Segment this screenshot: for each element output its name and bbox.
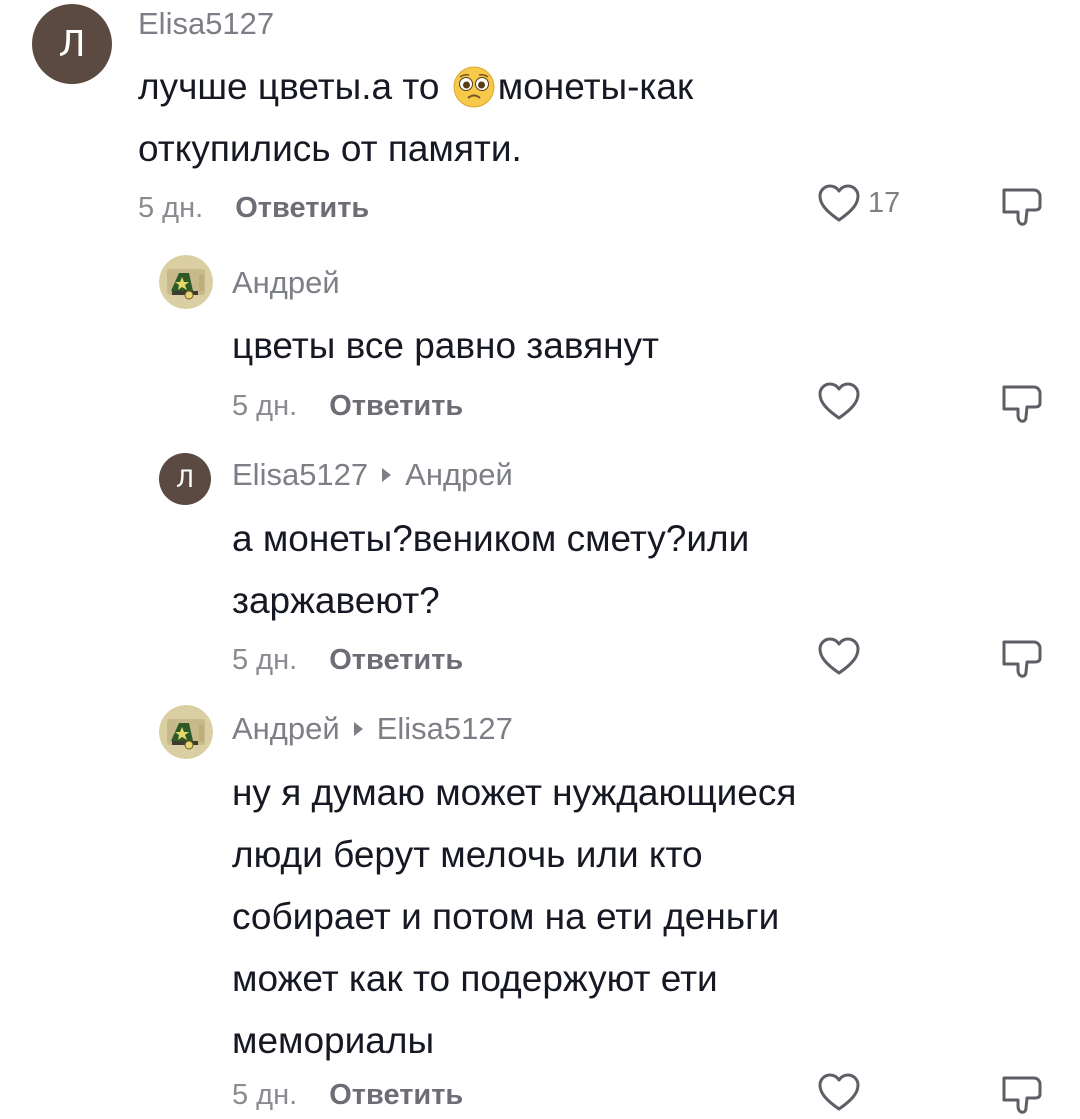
- comment-text-line: собирает и потом на ети деньги: [232, 896, 780, 937]
- heart-icon: [818, 637, 860, 675]
- comment-text-line: ну я думаю может нуждающиеся: [232, 772, 797, 813]
- comment-text-line: мемориалы: [232, 1020, 435, 1061]
- comment-username[interactable]: Elisa5127: [138, 6, 274, 42]
- avatar[interactable]: Л: [32, 4, 112, 84]
- username-label: Elisa5127: [138, 6, 275, 41]
- reply-button[interactable]: Ответить: [329, 390, 463, 422]
- comment-meta: 5 дн. Ответить: [232, 390, 463, 423]
- avatar[interactable]: [159, 705, 213, 759]
- username-label: Elisa5127: [232, 457, 369, 492]
- comment-text-line: люди берут мелочь или кто: [232, 834, 703, 875]
- comment-meta: 5 дн. Ответить: [232, 1079, 463, 1112]
- avatar[interactable]: [159, 255, 213, 309]
- comment-text-line: может как то подержуют ети: [232, 958, 718, 999]
- comment-text: а монеты?веником смету?или заржавеют?: [232, 508, 749, 632]
- comment-time: 5 дн.: [232, 644, 298, 676]
- dislike-icon[interactable]: [1000, 381, 1044, 425]
- like-count: 17: [868, 186, 901, 219]
- avatar-letter: Л: [175, 465, 195, 493]
- username-label: Андрей: [232, 265, 340, 300]
- dislike-icon[interactable]: [1000, 1072, 1044, 1116]
- comment-text-line: заржавеют?: [232, 580, 440, 621]
- avatar-letter: Л: [58, 23, 86, 65]
- comment-time: 5 дн.: [232, 1079, 298, 1111]
- comment-text-line: откупились от памяти.: [138, 128, 522, 169]
- comment-text-line: лучше цветы.а то монеты-как: [138, 66, 694, 108]
- comment-username[interactable]: Андрей: [232, 265, 340, 301]
- comment-username[interactable]: Андрей Elisa5127: [232, 711, 513, 747]
- heart-icon: [818, 382, 860, 420]
- comment-time: 5 дн.: [232, 390, 298, 422]
- heart-icon: [818, 184, 860, 222]
- comment-meta: 5 дн. Ответить: [232, 644, 463, 677]
- reply-button[interactable]: Ответить: [329, 1079, 463, 1111]
- comment-reply: Л Elisa5127 Андрей а монеты?веником смет…: [0, 450, 1080, 690]
- like-button[interactable]: [816, 635, 862, 677]
- reply-button[interactable]: Ответить: [235, 192, 369, 224]
- reply-arrow-icon: [353, 722, 363, 736]
- avatar[interactable]: Л: [159, 453, 211, 505]
- comment-reply: Андрей Elisa5127 ну я думаю может нуждаю…: [0, 703, 1080, 1119]
- avatar-image: [159, 255, 213, 309]
- reply-button[interactable]: Ответить: [329, 644, 463, 676]
- reply-arrow-icon: [382, 468, 392, 482]
- like-button[interactable]: [816, 380, 862, 422]
- reply-to-label: Андрей: [405, 457, 513, 492]
- comment-text: лучше цветы.а то монеты-как откупились о…: [138, 56, 693, 180]
- reply-to-label: Elisa5127: [376, 711, 513, 746]
- comment-time: 5 дн.: [138, 192, 204, 224]
- comment-text: цветы все равно завянут: [232, 315, 659, 377]
- comment-meta: 5 дн. Ответить: [138, 192, 369, 225]
- comment-reply: Андрей цветы все равно завянут 5 дн. Отв…: [0, 255, 1080, 435]
- comment-text: ну я думаю может нуждающиеся люди берут …: [232, 762, 796, 1072]
- like-button[interactable]: [816, 1071, 862, 1113]
- comment-username[interactable]: Elisa5127 Андрей: [232, 457, 513, 493]
- dislike-icon[interactable]: [1000, 184, 1044, 228]
- dislike-icon[interactable]: [1000, 636, 1044, 680]
- pleading-face-icon: [453, 66, 495, 108]
- comment: Л Elisa5127 лучше цветы.а то монеты-как …: [0, 0, 1080, 240]
- username-label: Андрей: [232, 711, 340, 746]
- heart-icon: [818, 1073, 860, 1111]
- like-button[interactable]: 17: [816, 182, 900, 224]
- comment-text-line: а монеты?веником смету?или: [232, 518, 750, 559]
- avatar-image: [159, 705, 213, 759]
- comment-text-line: цветы все равно завянут: [232, 325, 659, 366]
